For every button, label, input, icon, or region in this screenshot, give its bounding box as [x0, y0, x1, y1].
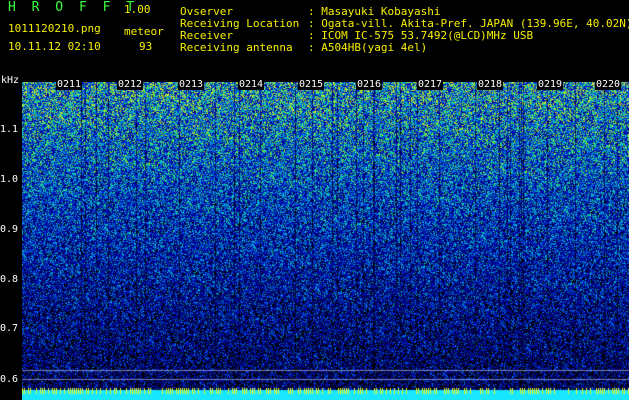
x-tick-0219: 0219 — [537, 79, 564, 90]
x-tick-0213: 0213 — [178, 79, 205, 90]
x-tick-0220: 0220 — [595, 79, 622, 90]
x-tick-0216: 0216 — [356, 79, 383, 90]
y-tick-1-1: 1.1 — [0, 124, 19, 135]
x-tick-0212: 0212 — [117, 79, 144, 90]
y-tick-0-9: 0.9 — [0, 224, 19, 235]
x-tick-0215: 0215 — [298, 79, 325, 90]
antenna-label: Receiving antenna — [180, 41, 293, 54]
x-tick-0217: 0217 — [417, 79, 444, 90]
spectrogram-plot — [22, 82, 629, 400]
meteor-label: meteor — [124, 25, 164, 38]
x-tick-0218: 0218 — [477, 79, 504, 90]
file-name: 1011120210.png — [8, 22, 101, 35]
y-tick-1-0: 1.0 — [0, 174, 19, 185]
antenna-value: : A504HB(yagi 4el) — [308, 41, 428, 54]
app-title: H R O F F T — [8, 0, 139, 15]
app-version: 1.00 — [124, 3, 151, 16]
y-tick-0-6: 0.6 — [0, 374, 19, 385]
y-tick-0-7: 0.7 — [0, 323, 19, 334]
y-tick-0-8: 0.8 — [0, 274, 19, 285]
date-time: 10.11.12 02:10 — [8, 40, 101, 53]
x-tick-0211: 0211 — [56, 79, 83, 90]
x-tick-0214: 0214 — [238, 79, 265, 90]
y-axis-unit: kHz — [1, 75, 20, 86]
meteor-count: 93 — [139, 40, 153, 53]
